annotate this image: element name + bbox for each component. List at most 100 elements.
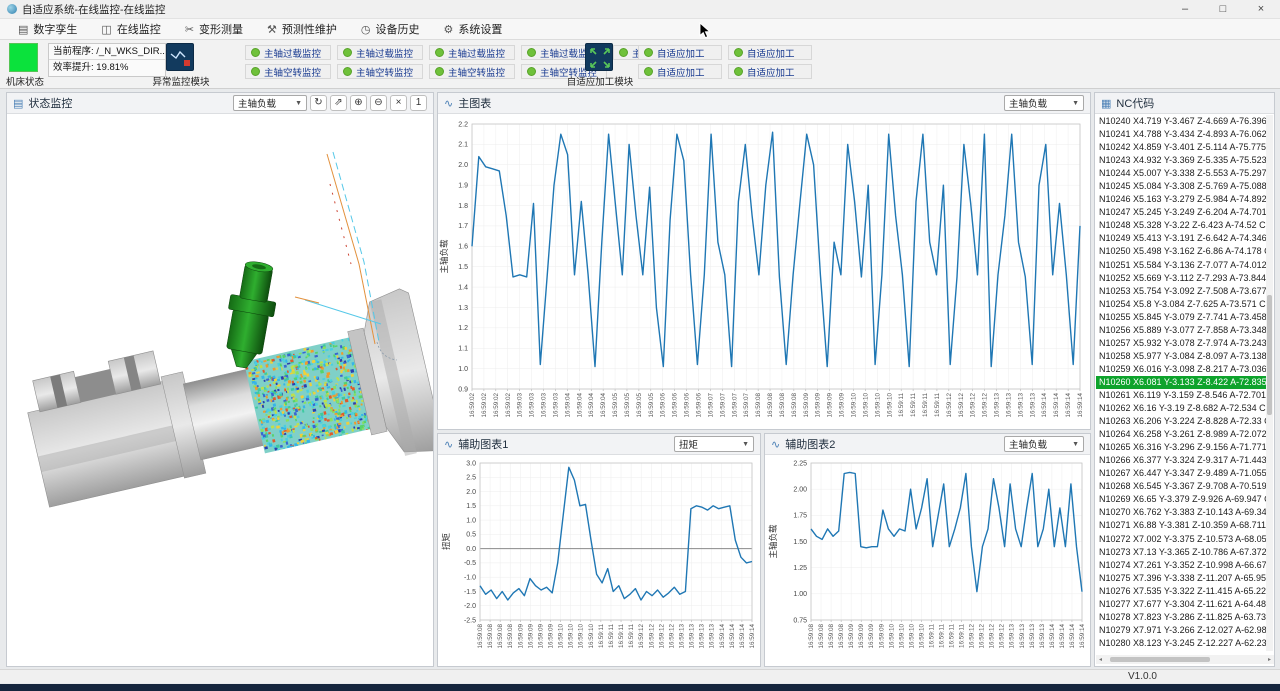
nc-line[interactable]: N10257 X5.932 Y-3.078 Z-7.974 A-73.243 [1096,337,1266,350]
badge-label: 自适应加工 [657,46,705,60]
svg-text:16:59:12: 16:59:12 [999,624,1006,649]
nc-line[interactable]: N10278 X7.823 Y-3.286 Z-11.825 A-63.73 [1096,611,1266,624]
svg-text:16:59:02: 16:59:02 [493,393,500,418]
nc-line[interactable]: N10253 X5.754 Y-3.092 Z-7.508 A-73.677 [1096,285,1266,298]
scroll-right-icon[interactable]: ▸ [1265,656,1274,663]
nc-line[interactable]: N10240 X4.719 Y-3.467 Z-4.669 A-76.396 [1096,115,1266,128]
svg-text:16:59:10: 16:59:10 [568,624,575,649]
nc-line[interactable]: N10279 X7.971 Y-3.266 Z-12.027 A-62.98 [1096,624,1266,637]
menu-item-system-settings[interactable]: ⚙系统设置 [432,19,515,39]
nc-line[interactable]: N10268 X6.545 Y-3.367 Z-9.708 A-70.519 [1096,480,1266,493]
svg-text:16:59:14: 16:59:14 [1069,624,1076,649]
predictive-maintenance-icon: ⚒ [267,23,277,36]
export-view-button[interactable]: ⇗ [330,95,347,111]
svg-text:1.8: 1.8 [458,203,468,210]
nc-line[interactable]: N10251 X5.584 Y-3.136 Z-7.077 A-74.012 [1096,259,1266,272]
aux-chart1-title: 辅助图表1 [458,436,508,452]
fit-view-button[interactable]: × [390,95,407,111]
nc-hscroll-thumb[interactable] [1110,657,1210,662]
aux-chart2-signal-dropdown[interactable]: 主轴负载 ▼ [1004,436,1084,452]
view-preset-button[interactable]: 1 [410,95,427,111]
svg-text:16:59:09: 16:59:09 [803,393,810,418]
svg-text:16:59:13: 16:59:13 [1029,624,1036,649]
nc-line[interactable]: N10262 X6.16 Y-3.19 Z-8.682 A-72.534 C [1096,402,1266,415]
machine-3d-viewport[interactable] [7,114,433,666]
nc-line[interactable]: N10248 X5.328 Y-3.22 Z-6.423 A-74.52 C [1096,219,1266,232]
nc-line[interactable]: N10252 X5.669 Y-3.112 Z-7.293 A-73.844 [1096,272,1266,285]
maximize-button[interactable]: □ [1204,0,1242,18]
nc-vscroll-thumb[interactable] [1267,295,1272,415]
nc-line[interactable]: N10277 X7.677 Y-3.304 Z-11.621 A-64.48 [1096,598,1266,611]
menu-item-predictive-maintenance[interactable]: ⚒预测性维护 [255,19,349,39]
nc-line[interactable]: N10267 X6.447 Y-3.347 Z-9.489 A-71.055 [1096,467,1266,480]
menu-item-device-history[interactable]: ◷设备历史 [349,19,432,39]
nc-horizontal-scrollbar[interactable]: ◂ ▸ [1096,655,1274,664]
svg-text:16:59:12: 16:59:12 [958,393,965,418]
nc-line[interactable]: N10244 X5.007 Y-3.338 Z-5.553 A-75.297 [1096,167,1266,180]
menu-item-digital-twin[interactable]: ▤数字孪生 [6,19,89,39]
nc-line[interactable]: N10250 X5.498 Y-3.162 Z-6.86 A-74.178 C [1096,245,1266,258]
nc-line[interactable]: N10263 X6.206 Y-3.224 Z-8.828 A-72.33 C [1096,415,1266,428]
nc-line[interactable]: N10242 X4.859 Y-3.401 Z-5.114 A-75.775 [1096,141,1266,154]
nc-line[interactable]: N10265 X6.316 Y-3.296 Z-9.156 A-71.771 [1096,441,1266,454]
reset-view-button[interactable]: ↻ [310,95,327,111]
zoom-out-button[interactable]: ⊖ [370,95,387,111]
svg-text:16:59:14: 16:59:14 [1049,624,1056,649]
nc-line[interactable]: N10241 X4.788 Y-3.434 Z-4.893 A-76.062 [1096,128,1266,141]
zoom-in-button[interactable]: ⊕ [350,95,367,111]
svg-text:-1.0: -1.0 [464,574,476,581]
program-info-box: 当前程序: /_N_WKS_DIR... 效率提升: 19.81% [48,43,166,77]
nc-line[interactable]: N10280 X8.123 Y-3.245 Z-12.227 A-62.23 [1096,637,1266,650]
nc-vertical-scrollbar[interactable] [1266,115,1273,651]
close-button[interactable]: × [1242,0,1280,18]
aux-chart1-signal-dropdown[interactable]: 扭矩 ▼ [674,436,754,452]
overload-monitor-badge: 主轴过载监控 [245,45,331,60]
nc-line[interactable]: N10271 X6.88 Y-3.381 Z-10.359 A-68.711 [1096,519,1266,532]
badge-label: 主轴空转监控 [264,65,321,79]
svg-text:16:59:13: 16:59:13 [1039,624,1046,649]
svg-text:2.0: 2.0 [458,162,468,169]
nc-line[interactable]: N10256 X5.889 Y-3.077 Z-7.858 A-73.348 [1096,324,1266,337]
nc-line[interactable]: N10249 X5.413 Y-3.191 Z-6.642 A-74.346 [1096,232,1266,245]
nc-line[interactable]: N10245 X5.084 Y-3.308 Z-5.769 A-75.088 [1096,180,1266,193]
scroll-left-icon[interactable]: ◂ [1096,656,1105,663]
adaptive-machining-module-icon[interactable] [585,43,613,71]
nc-line[interactable]: N10260 X6.081 Y-3.133 Z-8.422 A-72.835 [1096,376,1266,389]
nc-line[interactable]: N10272 X7.002 Y-3.375 Z-10.573 A-68.05 [1096,533,1266,546]
nc-line[interactable]: N10246 X5.163 Y-3.279 Z-5.984 A-74.892 [1096,193,1266,206]
nc-line[interactable]: N10258 X5.977 Y-3.084 Z-8.097 A-73.138 [1096,350,1266,363]
nc-line[interactable]: N10274 X7.261 Y-3.352 Z-10.998 A-66.67 [1096,559,1266,572]
nc-line[interactable]: N10264 X6.258 Y-3.261 Z-8.989 A-72.072 [1096,428,1266,441]
main-chart-panel: ∿ 主图表 主轴负载 ▼ 16:59:0216:59:0216:59:0216:… [437,92,1091,430]
deformation-measure-icon: ✂ [185,23,194,36]
menu-item-deformation-measure[interactable]: ✂变形测量 [173,19,255,39]
nc-line[interactable]: N10243 X4.932 Y-3.369 Z-5.335 A-75.523 [1096,154,1266,167]
nc-line[interactable]: N10261 X6.119 Y-3.159 Z-8.546 A-72.701 [1096,389,1266,402]
svg-text:16:59:05: 16:59:05 [624,393,631,418]
svg-text:16:59:14: 16:59:14 [749,624,756,649]
nc-line[interactable]: N10275 X7.396 Y-3.338 Z-11.207 A-65.95 [1096,572,1266,585]
svg-text:16:59:12: 16:59:12 [982,393,989,418]
svg-text:16:59:13: 16:59:13 [1029,393,1036,418]
title-bar: 自适应系统-在线监控-在线监控 –□× [0,0,1280,19]
main-chart-signal-dropdown[interactable]: 主轴负载 ▼ [1004,95,1084,111]
nc-line[interactable]: N10259 X6.016 Y-3.098 Z-8.217 A-73.036 [1096,363,1266,376]
nc-line[interactable]: N10273 X7.13 Y-3.365 Z-10.786 A-67.372 [1096,546,1266,559]
nc-line[interactable]: N10266 X6.377 Y-3.324 Z-9.317 A-71.443 [1096,454,1266,467]
nc-line[interactable]: N10254 X5.8 Y-3.084 Z-7.625 A-73.571 C [1096,298,1266,311]
menu-item-label: 系统设置 [458,21,502,37]
nc-line[interactable]: N10270 X6.762 Y-3.383 Z-10.143 A-69.34 [1096,506,1266,519]
overload-monitor-badge: 主轴过载监控 [429,45,515,60]
nc-line[interactable]: N10269 X6.65 Y-3.379 Z-9.926 A-69.947 C [1096,493,1266,506]
svg-text:16:59:11: 16:59:11 [922,393,929,418]
nc-line[interactable]: N10276 X7.535 Y-3.322 Z-11.415 A-65.22 [1096,585,1266,598]
nc-line[interactable]: N10247 X5.245 Y-3.249 Z-6.204 A-74.701 [1096,206,1266,219]
svg-text:16:59:06: 16:59:06 [684,393,691,418]
minimize-button[interactable]: – [1166,0,1204,18]
nc-code-panel: ▦ NC代码 N10240 X4.719 Y-3.467 Z-4.669 A-7… [1094,92,1275,667]
nc-line[interactable]: N10255 X5.845 Y-3.079 Z-7.741 A-73.458 [1096,311,1266,324]
abnormal-monitor-module-icon[interactable] [166,43,194,71]
aux-chart2-header: ∿ 辅助图表2 主轴负载 ▼ [765,434,1090,455]
menu-item-online-monitor[interactable]: ◫在线监控 [89,19,172,39]
viewer-signal-dropdown[interactable]: 主轴负载 ▼ [233,95,307,111]
